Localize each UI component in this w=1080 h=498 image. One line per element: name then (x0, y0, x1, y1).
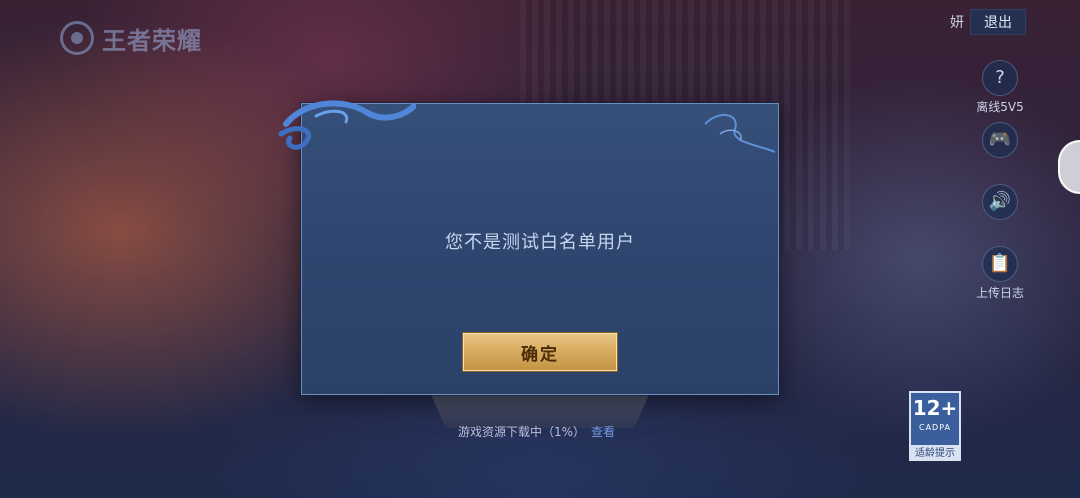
sound-button[interactable]: 🔊 (972, 184, 1028, 220)
download-status-text: 游戏资源下载中（1%） (458, 425, 586, 439)
confirm-button[interactable]: 确定 (463, 333, 617, 371)
rating-org: CADPA (918, 423, 951, 432)
offline-5v5-button[interactable]: ? 离线5V5 (972, 60, 1028, 115)
controller-button[interactable]: 🎮 (972, 122, 1028, 158)
rating-tip: 适龄提示 (909, 447, 961, 461)
tool-label: 离线5V5 (976, 100, 1024, 114)
logout-button[interactable]: 退出 (970, 9, 1026, 35)
upload-log-button[interactable]: 📋 上传日志 (972, 246, 1028, 301)
download-status: 游戏资源下载中（1%） 查看 (458, 423, 615, 440)
view-link[interactable]: 查看 (591, 425, 615, 439)
clipboard-icon: 📋 (982, 246, 1018, 282)
logo-mark-icon (60, 21, 94, 55)
question-icon: ? (982, 60, 1018, 96)
tool-label: 上传日志 (975, 286, 1024, 300)
corner-ornament-icon (704, 114, 776, 153)
dialog-message: 您不是测试白名单用户 (445, 232, 635, 253)
rating-age: 12+ (912, 396, 958, 420)
speaker-icon: 🔊 (982, 184, 1018, 220)
cloud-ornament-icon (278, 100, 416, 150)
username: 妍 (950, 15, 964, 31)
gamepad-icon: 🎮 (982, 122, 1018, 158)
age-rating-badge: 12+ CADPA 适龄提示 (909, 391, 961, 461)
age-rating-box: 12+ CADPA (909, 391, 961, 447)
game-logo: 王者荣耀 (60, 18, 202, 58)
account-bar: 妍 退出 (950, 9, 1026, 35)
logo-text: 王者荣耀 (102, 26, 202, 55)
